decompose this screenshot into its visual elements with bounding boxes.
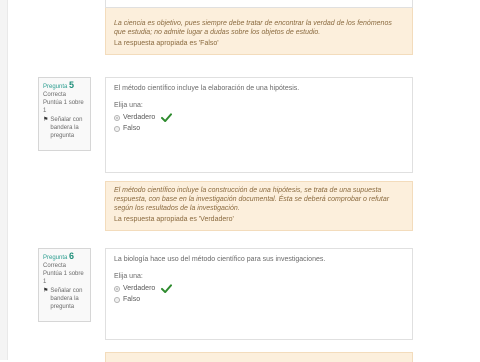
question-number-value: 6: [69, 251, 75, 261]
question-feedback-5: El método científico incluye la construc…: [105, 181, 413, 231]
feedback-previous-question: La ciencia es objetivo, pues siempre deb…: [105, 0, 413, 55]
previous-question-content: [105, 0, 413, 8]
flag-icon: ⚑: [43, 117, 49, 123]
right-answer: La respuesta apropiada es 'Verdadero': [114, 216, 234, 223]
answer-label-true: Verdadero: [123, 285, 156, 292]
question-label: Pregunta: [43, 255, 68, 261]
question-feedback-6: [105, 352, 413, 362]
check-icon: [161, 113, 173, 122]
flag-question-button[interactable]: ⚑ Señalar con bandera la pregunta: [43, 287, 86, 311]
question-status: Correcta: [43, 92, 67, 98]
answer-option-true[interactable]: Verdadero: [114, 283, 404, 294]
radio-true[interactable]: [114, 114, 120, 121]
general-feedback: La ciencia es objetivo, pues siempre deb…: [114, 20, 392, 36]
answer-option-true[interactable]: Verdadero: [114, 112, 404, 123]
answer-option-false[interactable]: Falso: [114, 123, 404, 134]
radio-true[interactable]: [114, 285, 120, 292]
answer-prompt: Elija una:: [114, 102, 143, 109]
question-text: La biología hace uso del método científi…: [114, 256, 326, 263]
question-info-6: Pregunta 6 Correcta Puntúa 1 sobre 1 ⚑ S…: [38, 248, 91, 322]
flag-icon: ⚑: [43, 288, 49, 294]
radio-false[interactable]: [114, 296, 120, 303]
answer-option-false[interactable]: Falso: [114, 294, 404, 305]
answer-label-true: Verdadero: [123, 114, 156, 121]
answer-prompt: Elija una:: [114, 273, 143, 280]
question-number-value: 5: [69, 80, 75, 90]
check-icon: [161, 284, 173, 293]
question-score: Puntúa 1 sobre 1: [43, 100, 84, 114]
answer-label-false: Falso: [123, 296, 141, 303]
flag-question-button[interactable]: ⚑ Señalar con bandera la pregunta: [43, 116, 86, 140]
question-score: Puntúa 1 sobre 1: [43, 271, 84, 285]
general-feedback: El método científico incluye la construc…: [114, 187, 390, 212]
question-text: El método científico incluye la elaborac…: [114, 85, 300, 92]
question-content-5: El método científico incluye la elaborac…: [105, 77, 413, 173]
radio-false[interactable]: [114, 125, 120, 132]
question-status: Correcta: [43, 263, 67, 269]
flag-question-label: Señalar con bandera la pregunta: [50, 117, 83, 139]
question-info-5: Pregunta 5 Correcta Puntúa 1 sobre 1 ⚑ S…: [38, 77, 91, 151]
question-number: Pregunta 5: [43, 81, 86, 91]
right-answer: La respuesta apropiada es 'Falso': [114, 40, 219, 47]
answer-label-false: Falso: [123, 125, 141, 132]
flag-question-label: Señalar con bandera la pregunta: [50, 288, 83, 310]
left-panel-edge: [0, 0, 8, 360]
quiz-review-page: La ciencia es objetivo, pues siempre deb…: [0, 0, 480, 362]
question-label: Pregunta: [43, 84, 68, 90]
question-content-6: La biología hace uso del método científi…: [105, 248, 413, 340]
question-number: Pregunta 6: [43, 252, 86, 262]
